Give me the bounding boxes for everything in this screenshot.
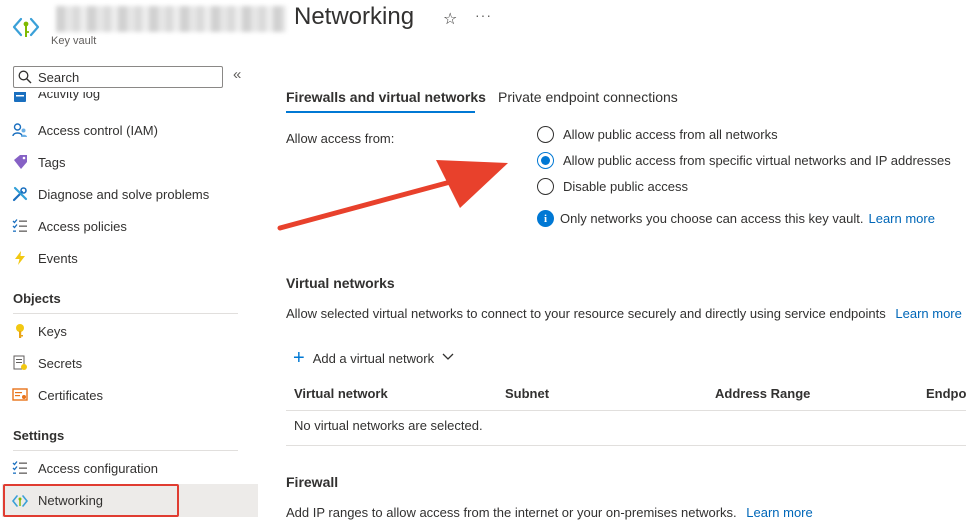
column-header-virtual-network[interactable]: Virtual network	[294, 386, 388, 401]
sidebar-item-label: Access control (IAM)	[38, 122, 158, 138]
column-header-address-range[interactable]: Address Range	[715, 386, 810, 401]
info-message: i Only networks you choose can access th…	[537, 210, 935, 227]
table-bottom-divider	[286, 445, 966, 446]
wrench-icon	[12, 186, 28, 202]
search-icon	[18, 70, 32, 84]
annotation-arrow-icon	[277, 160, 508, 231]
tab-private-endpoint-connections[interactable]: Private endpoint connections	[498, 89, 678, 105]
description-text: Allow selected virtual networks to conne…	[286, 306, 886, 321]
firewall-description: Add IP ranges to allow access from the i…	[286, 505, 813, 520]
column-header-endpoint[interactable]: Endpoi	[926, 386, 966, 401]
tab-firewalls-and-virtual-networks[interactable]: Firewalls and virtual networks	[286, 89, 486, 105]
key-vault-logo-icon	[12, 17, 40, 37]
sidebar-item-label: Keys	[38, 323, 67, 339]
virtual-networks-description: Allow selected virtual networks to conne…	[286, 306, 962, 321]
description-text: Add IP ranges to allow access from the i…	[286, 505, 737, 520]
ellipsis-icon[interactable]: ···	[475, 7, 492, 23]
sidebar-item-diagnose[interactable]: Diagnose and solve problems	[12, 178, 258, 210]
section-divider	[13, 313, 238, 314]
sidebar-item-label: Access configuration	[38, 460, 158, 476]
list-check-icon	[12, 218, 28, 234]
sidebar-item-events[interactable]: Events	[12, 242, 258, 274]
allow-access-label: Allow access from:	[286, 131, 395, 146]
sidebar-item-label: Activity log	[38, 92, 101, 101]
section-title-objects: Objects	[13, 291, 61, 306]
star-icon[interactable]: ☆	[443, 9, 457, 29]
list-check-icon	[12, 460, 28, 476]
table-header-divider	[286, 410, 966, 411]
secret-icon	[12, 355, 28, 371]
resource-name-redacted	[56, 6, 286, 32]
sidebar-item-label: Secrets	[38, 355, 83, 371]
certificate-icon	[12, 387, 28, 403]
radio-specific-networks[interactable]: Allow public access from specific virtua…	[537, 152, 951, 169]
radio-label: Allow public access from all networks	[563, 127, 778, 142]
lightning-icon	[12, 250, 28, 266]
radio-button[interactable]	[537, 178, 554, 195]
key-icon	[12, 323, 28, 339]
sidebar-item-tags[interactable]: Tags	[12, 146, 258, 178]
collapse-sidebar-icon[interactable]: «	[233, 66, 241, 83]
radio-button[interactable]	[537, 126, 554, 143]
radio-label: Disable public access	[563, 179, 689, 194]
table-empty-message: No virtual networks are selected.	[294, 418, 483, 433]
add-virtual-network-label: Add a virtual network	[312, 350, 435, 366]
plus-icon: +	[293, 347, 305, 369]
sidebar-item-access-control[interactable]: Access control (IAM)	[12, 114, 258, 146]
learn-more-link[interactable]: Learn more	[895, 306, 961, 321]
sidebar-item-label: Tags	[38, 154, 66, 170]
sidebar-item-secrets[interactable]: Secrets	[12, 347, 258, 379]
info-text: Only networks you choose can access this…	[560, 211, 864, 226]
radio-label: Allow public access from specific virtua…	[563, 153, 951, 168]
tag-icon	[12, 154, 28, 170]
learn-more-link[interactable]: Learn more	[868, 211, 934, 226]
resource-type-label: Key vault	[51, 35, 97, 47]
annotation-highlight-box	[3, 484, 179, 517]
virtual-networks-heading: Virtual networks	[286, 275, 395, 291]
firewall-heading: Firewall	[286, 474, 339, 490]
sidebar-item-label: Diagnose and solve problems	[38, 186, 210, 202]
radio-button-selected[interactable]	[537, 152, 554, 169]
section-divider	[13, 450, 238, 451]
people-icon	[12, 122, 28, 138]
info-icon: i	[537, 210, 554, 227]
chevron-down-icon	[442, 352, 454, 364]
sidebar-item-label: Access policies	[38, 218, 127, 234]
sidebar-item-label: Certificates	[38, 387, 104, 403]
sidebar-item-access-configuration[interactable]: Access configuration	[12, 452, 258, 484]
sidebar-item-label: Events	[38, 250, 78, 266]
radio-all-networks[interactable]: Allow public access from all networks	[537, 126, 778, 143]
active-tab-indicator	[286, 111, 475, 113]
column-header-subnet[interactable]: Subnet	[505, 386, 549, 401]
add-virtual-network-button[interactable]: + Add a virtual network	[293, 348, 454, 368]
section-title-settings: Settings	[13, 428, 65, 443]
sidebar-item-certificates[interactable]: Certificates	[12, 379, 258, 411]
sidebar-item-activity-log[interactable]: Activity log	[12, 92, 258, 106]
activity-log-icon	[12, 92, 28, 104]
sidebar-search[interactable]	[13, 66, 223, 88]
page-title: Networking	[294, 3, 415, 30]
sidebar-item-keys[interactable]: Keys	[12, 315, 258, 347]
search-input[interactable]	[38, 69, 218, 85]
learn-more-link[interactable]: Learn more	[746, 505, 812, 520]
radio-disable-public-access[interactable]: Disable public access	[537, 178, 688, 195]
sidebar-item-access-policies[interactable]: Access policies	[12, 210, 258, 242]
